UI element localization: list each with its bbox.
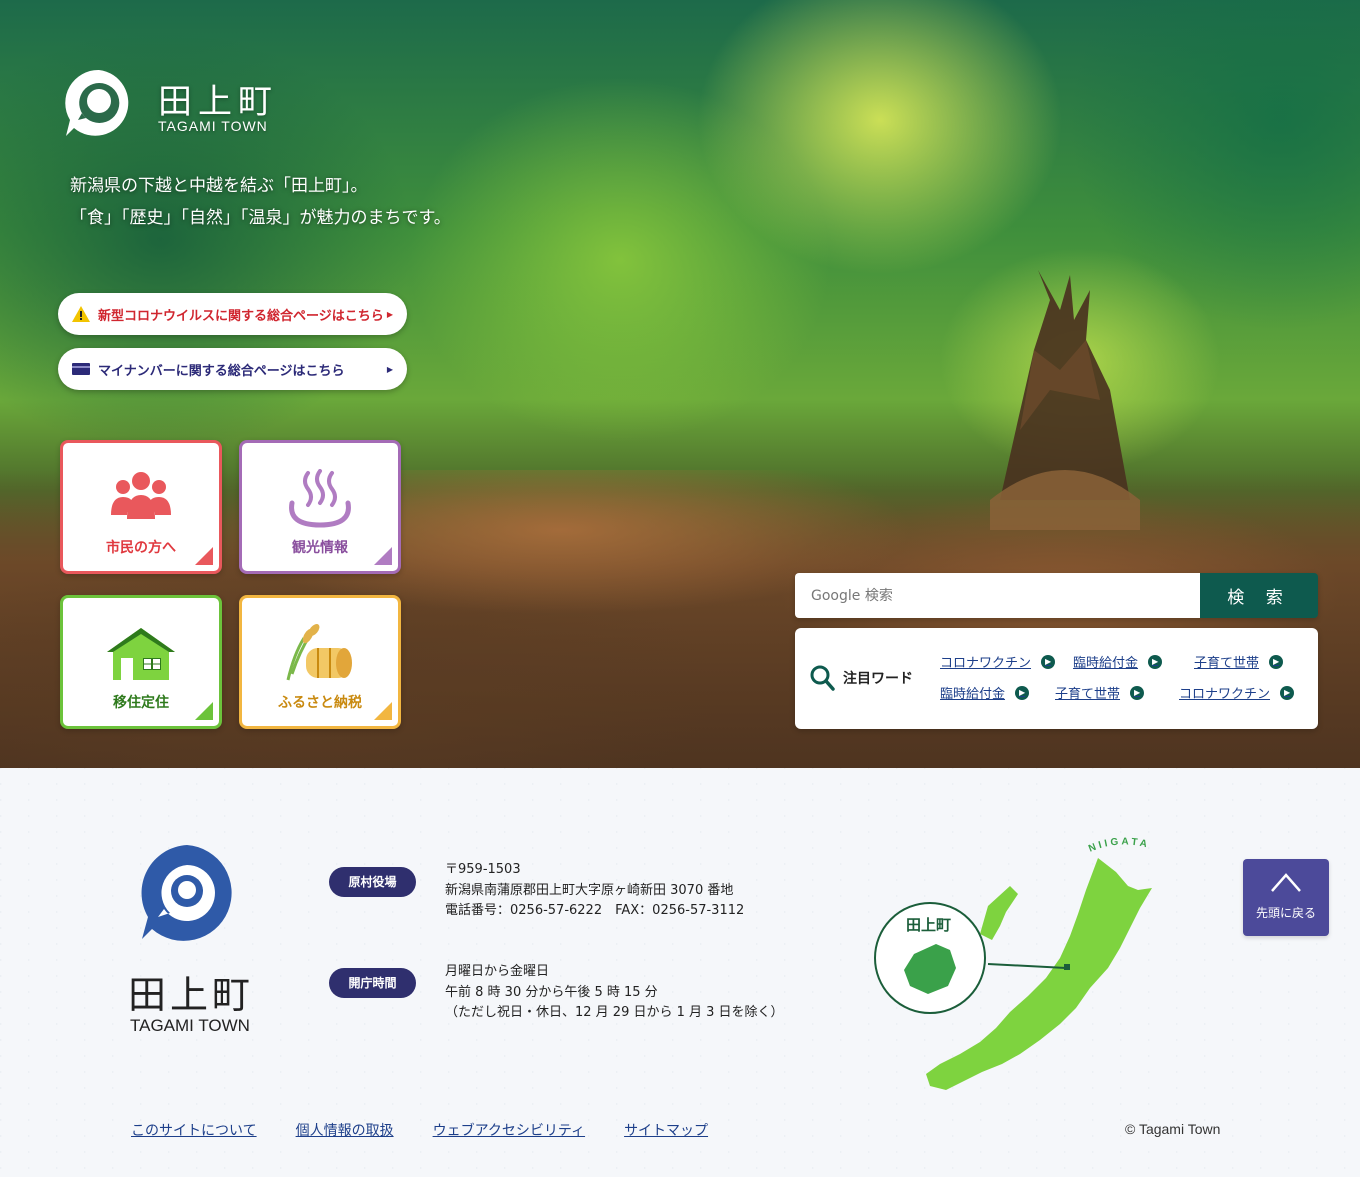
hero: 田上町 TAGAMI TOWN 新潟県の下越と中越を結ぶ「田上町」。 「食」「歴…	[0, 0, 1360, 768]
tagline: 新潟県の下越と中越を結ぶ「田上町」。 「食」「歴史」「自然」「温泉」が魅力のまち…	[70, 170, 451, 234]
tagline-line-2: 「食」「歴史」「自然」「温泉」が魅力のまちです。	[70, 208, 451, 228]
office-info: 〒959-1503 新潟県南蒲原郡田上町大字原ヶ崎新田 3070 番地 電話番号…	[445, 860, 744, 922]
featured-keywords: 注目ワード コロナワクチン ▶ 臨時給付金 ▶ 子育て世帯 ▶ 臨時給付金 ▶ …	[795, 628, 1318, 729]
phone-fax: 電話番号：0256-57-6222 FAX：0256-57-3112	[445, 903, 745, 918]
mynumber-info-link[interactable]: マイナンバーに関する総合ページはこちら ▶	[58, 348, 407, 390]
arrow-circle-icon: ▶	[1280, 685, 1295, 700]
town-emblem-icon	[141, 845, 232, 941]
site-logo[interactable]: 田上町 TAGAMI TOWN	[64, 68, 294, 140]
arrow-circle-icon: ▶	[1041, 654, 1056, 669]
hours-time: 午前 8 時 30 分から午後 5 時 15 分	[445, 984, 658, 1000]
hours-info: 月曜日から金曜日 午前 8 時 30 分から午後 5 時 15 分 （ただし祝日…	[445, 962, 784, 1024]
address: 新潟県南蒲原郡田上町大字原ヶ崎新田 3070 番地	[445, 882, 734, 898]
corner-triangle-icon	[374, 702, 392, 720]
arrow-circle-icon: ▶	[1269, 654, 1284, 669]
arrow-right-icon: ▶	[386, 309, 393, 319]
tile-relocation[interactable]: 移住定住	[60, 595, 222, 729]
house-icon	[107, 628, 175, 680]
search-input[interactable]	[795, 573, 1200, 618]
bamboo-shoot-image	[990, 270, 1140, 530]
hot-spring-icon	[289, 469, 351, 528]
site-footer: 田上町 TAGAMI TOWN 原村役場 〒959-1503 新潟県南蒲原郡田上…	[0, 768, 1360, 1177]
keyword-link[interactable]: 臨時給付金 ▶	[940, 683, 1030, 702]
featured-keywords-heading: 注目ワード	[809, 664, 913, 692]
copyright: © Tagami Town	[1125, 1121, 1221, 1137]
footer-title-en: TAGAMI TOWN	[130, 1016, 250, 1035]
keyword-link[interactable]: 子育て世帯 ▶	[1194, 652, 1284, 671]
keyword-label: 子育て世帯	[1194, 656, 1260, 671]
tile-citizens[interactable]: 市民の方へ	[60, 440, 222, 574]
keyword-link[interactable]: コロナワクチン ▶	[1179, 683, 1295, 702]
corner-triangle-icon	[195, 702, 213, 720]
back-to-top-button[interactable]: 先頭に戻る	[1243, 859, 1329, 936]
site-search: 検 索	[795, 573, 1318, 618]
keyword-label: コロナワクチン	[1179, 687, 1271, 702]
arrow-circle-icon: ▶	[1130, 685, 1145, 700]
arrow-right-icon: ▶	[386, 364, 393, 374]
corner-triangle-icon	[195, 547, 213, 565]
card-icon	[72, 363, 90, 375]
tile-tourism[interactable]: 観光情報	[239, 440, 401, 574]
chevron-up-icon	[1271, 873, 1301, 892]
search-button[interactable]: 検 索	[1200, 573, 1318, 618]
site-title-en: TAGAMI TOWN	[158, 118, 268, 134]
arrow-circle-icon: ▶	[1148, 654, 1163, 669]
niigata-map-image: NIIGATA	[874, 836, 1152, 1090]
keyword-label: コロナワクチン	[940, 656, 1032, 671]
warning-icon	[72, 306, 90, 322]
postal-code: 〒959-1503	[445, 862, 521, 877]
footer-link-privacy[interactable]: 個人情報の取扱	[296, 1120, 394, 1140]
keyword-link[interactable]: 子育て世帯 ▶	[1055, 683, 1145, 702]
footer-links: このサイトについて 個人情報の取扱 ウェブアクセシビリティ サイトマップ	[131, 1120, 747, 1140]
mynumber-info-label: マイナンバーに関する総合ページはこちら	[98, 363, 345, 379]
tagline-line-1: 新潟県の下越と中越を結ぶ「田上町」。	[70, 176, 368, 196]
town-emblem-icon	[65, 69, 129, 136]
footer-link-sitemap[interactable]: サイトマップ	[624, 1120, 708, 1140]
footer-link-about[interactable]: このサイトについて	[131, 1120, 257, 1140]
footer-title: 田上町	[128, 973, 255, 1017]
office-badge: 原村役場	[329, 867, 416, 897]
map-town-label: 田上町	[906, 916, 952, 934]
covid-info-label: 新型コロナウイルスに関する総合ページはこちら	[98, 308, 384, 324]
hours-badge: 開庁時間	[329, 968, 416, 998]
map-prefecture-label: NIIGATA	[1087, 836, 1151, 854]
keyword-label: 臨時給付金	[1073, 656, 1139, 671]
rice-bale-icon	[286, 624, 352, 681]
search-icon	[810, 665, 835, 691]
hours-exceptions: （ただし祝日・休日、12 月 29 日から 1 月 3 日を除く）	[445, 1005, 784, 1020]
corner-triangle-icon	[374, 547, 392, 565]
people-icon	[111, 472, 171, 519]
site-title: 田上町	[158, 82, 278, 122]
keyword-label: 子育て世帯	[1055, 687, 1121, 702]
arrow-circle-icon: ▶	[1015, 685, 1030, 700]
keyword-link[interactable]: 臨時給付金 ▶	[1073, 652, 1163, 671]
keyword-label: 臨時給付金	[940, 687, 1006, 702]
covid-info-link[interactable]: 新型コロナウイルスに関する総合ページはこちら ▶	[58, 293, 407, 335]
hours-days: 月曜日から金曜日	[445, 964, 550, 979]
footer-link-accessibility[interactable]: ウェブアクセシビリティ	[433, 1120, 585, 1140]
tile-furusato-tax[interactable]: ふるさと納税	[239, 595, 401, 729]
keyword-link[interactable]: コロナワクチン ▶	[940, 652, 1056, 671]
back-to-top-label: 先頭に戻る	[1255, 906, 1316, 920]
featured-keywords-title: 注目ワード	[843, 671, 913, 687]
